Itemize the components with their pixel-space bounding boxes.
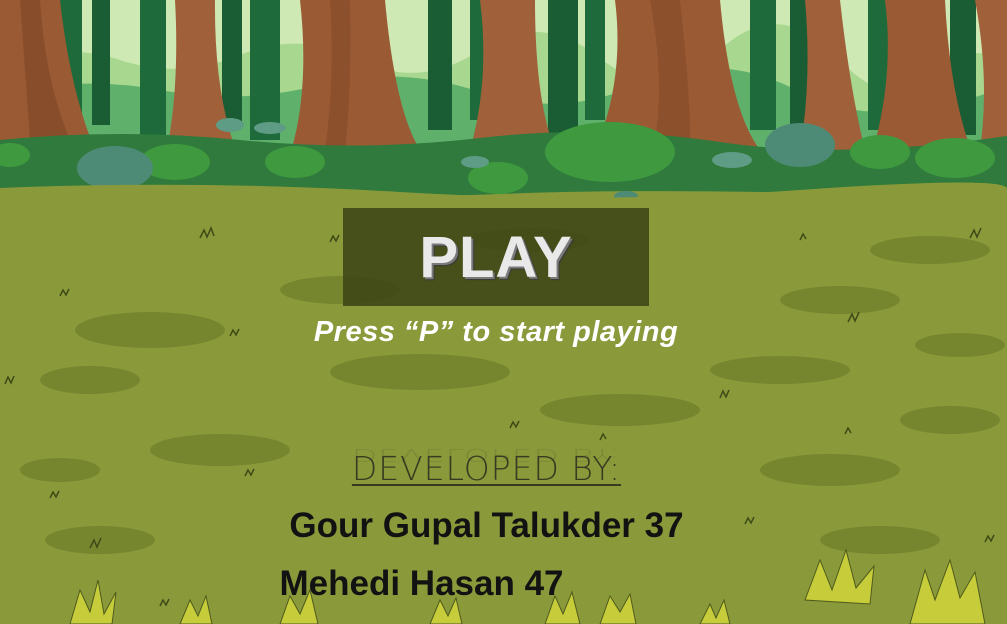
start-hint-text: Press “P” to start playing <box>313 316 679 348</box>
credits-heading: DEVELOPED BY: <box>351 449 622 488</box>
play-button[interactable]: PLAY <box>343 208 649 306</box>
play-button-label: PLAY <box>419 224 573 290</box>
developer-name: Gour Gupal Talukder 37 <box>289 506 684 545</box>
developer-name: Mehedi Hasan 47 <box>279 564 564 603</box>
